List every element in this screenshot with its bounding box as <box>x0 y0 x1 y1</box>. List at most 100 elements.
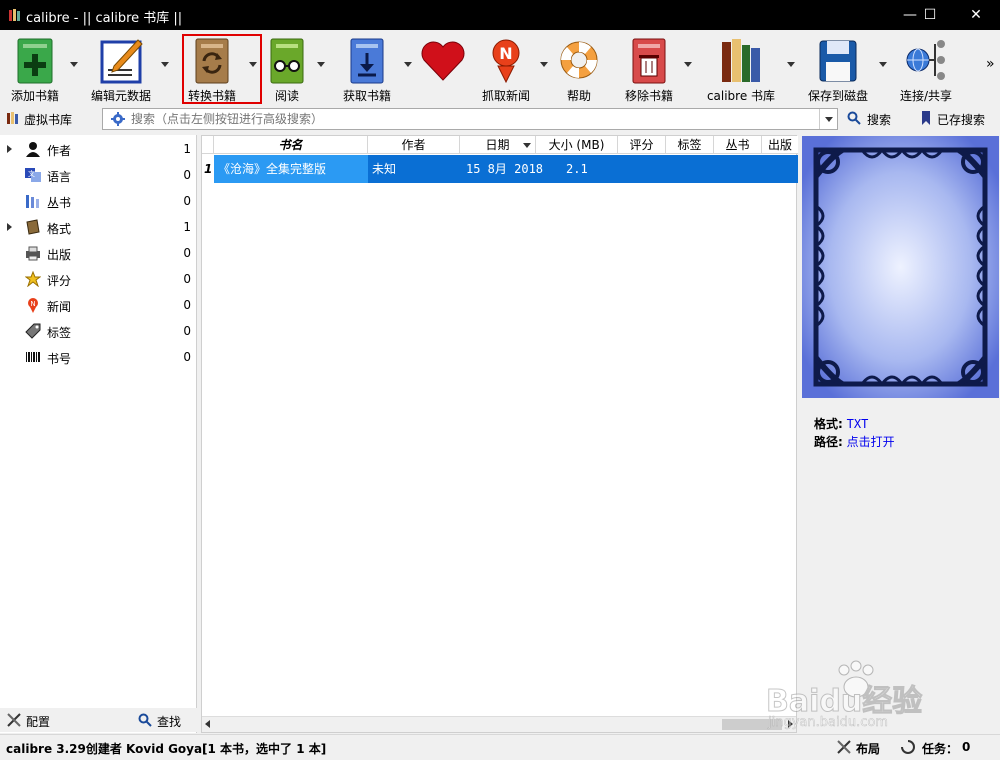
column-header-title[interactable]: 书名 <box>214 136 368 154</box>
column-header-author[interactable]: 作者 <box>368 136 460 154</box>
virtual-library-icon <box>7 112 18 124</box>
spinner-icon <box>901 740 915 754</box>
column-header-rating[interactable]: 评分 <box>618 136 666 154</box>
edit-metadata-dropdown-icon[interactable] <box>161 62 169 67</box>
book-cover-image[interactable] <box>802 136 999 398</box>
version-text: calibre 3.29创建者 Kovid Goyal <box>6 742 207 756</box>
column-header-series[interactable]: 丛书 <box>714 136 762 154</box>
table-row[interactable]: 1 《沧海》全集完整版 未知 15 8月 2018 2.1 <box>202 155 798 183</box>
column-header-publisher[interactable]: 出版 <box>762 136 798 154</box>
book-date-cell[interactable]: 15 8月 2018 <box>460 155 543 183</box>
bookmark-icon <box>922 111 930 125</box>
svg-text:文: 文 <box>28 169 35 178</box>
category-languages[interactable]: 文 语言 0 <box>0 163 197 187</box>
convert-books-highlight <box>182 34 262 104</box>
library-books-icon <box>722 39 760 82</box>
column-header-tags[interactable]: 标签 <box>666 136 714 154</box>
library-dropdown-icon[interactable] <box>787 62 795 67</box>
news-icon: N <box>28 298 38 313</box>
barcode-icon <box>26 352 40 362</box>
book-format-icon <box>26 219 40 235</box>
read-button[interactable]: 阅读 <box>262 32 312 104</box>
category-series[interactable]: 丛书 0 <box>0 189 197 213</box>
format-link[interactable]: TXT <box>847 417 869 431</box>
format-field: 格式: TXT <box>814 417 869 431</box>
column-header-date[interactable]: 日期 <box>460 136 536 154</box>
maximize-button[interactable]: ☐ <box>910 0 950 30</box>
edit-metadata-icon <box>100 39 143 84</box>
remove-book-icon <box>632 38 666 84</box>
get-books-icon <box>350 38 384 84</box>
search-icon <box>847 111 861 125</box>
table-header: 书名 作者 日期 大小 (MB) 评分 标签 丛书 出版 <box>202 136 798 154</box>
read-dropdown-icon[interactable] <box>317 62 325 67</box>
tag-browser-footer: 配置 查找 <box>0 708 197 732</box>
main-toolbar: 添加书籍 编辑元数据 转换书籍 阅读 获取书籍 N 抓取新闻 帮助 移除书籍 c… <box>0 30 1000 106</box>
book-author-cell[interactable]: 未知 <box>368 155 460 183</box>
add-books-button[interactable]: 添加书籍 <box>2 32 68 104</box>
search-icon <box>138 713 152 727</box>
network-globe-icon <box>906 40 945 80</box>
remove-books-dropdown-icon[interactable] <box>684 62 692 67</box>
row-number: 1 <box>202 155 214 183</box>
category-identifiers[interactable]: 书号 0 <box>0 345 197 369</box>
news-icon: N <box>492 39 520 84</box>
search-field[interactable] <box>102 108 838 130</box>
remove-books-button[interactable]: 移除书籍 <box>616 32 682 104</box>
help-button[interactable]: 帮助 <box>552 32 606 104</box>
toolbar-overflow-button[interactable]: » <box>986 56 995 72</box>
fetch-news-dropdown-icon[interactable] <box>540 62 548 67</box>
get-books-button[interactable]: 获取书籍 <box>334 32 400 104</box>
edit-metadata-button[interactable]: 编辑元数据 <box>88 32 154 104</box>
donate-button[interactable] <box>418 32 468 104</box>
fetch-news-button[interactable]: N 抓取新闻 <box>476 32 536 104</box>
window-title: calibre - || calibre 书库 || <box>26 11 183 26</box>
get-books-dropdown-icon[interactable] <box>404 62 412 67</box>
book-list: 书名 作者 日期 大小 (MB) 评分 标签 丛书 出版 1 《沧海》全集完整版… <box>201 135 798 733</box>
category-news[interactable]: N 新闻 0 <box>0 293 197 317</box>
close-button[interactable]: ✕ <box>956 0 996 30</box>
save-dropdown-icon[interactable] <box>879 62 887 67</box>
book-details-panel: 格式: TXT 路径: 点击打开 <box>801 135 1000 733</box>
svg-text:N: N <box>499 44 512 63</box>
book-count-text: [1 本书，选中了 1 本] <box>202 742 327 756</box>
printer-icon <box>26 246 40 261</box>
column-header-size[interactable]: 大小 (MB) <box>536 136 618 154</box>
book-title-cell[interactable]: 《沧海》全集完整版 <box>214 155 368 183</box>
search-history-dropdown[interactable] <box>819 109 837 129</box>
expand-arrow-icon[interactable] <box>7 145 12 153</box>
expand-arrow-icon[interactable] <box>7 223 12 231</box>
book-size-cell[interactable]: 2.1 <box>536 155 618 183</box>
row-number-header <box>202 136 214 154</box>
jobs-count: 0 <box>962 740 971 754</box>
category-rating[interactable]: 评分 0 <box>0 267 197 291</box>
save-to-disk-button[interactable]: 保存到磁盘 <box>802 32 874 104</box>
lifebuoy-icon <box>560 41 598 79</box>
horizontal-scrollbar[interactable] <box>202 716 796 732</box>
title-bar: calibre - || calibre 书库 || — ☐ ✕ <box>0 0 1000 30</box>
series-icon <box>26 195 39 208</box>
floppy-disk-icon <box>819 40 857 82</box>
category-publishers[interactable]: 出版 0 <box>0 241 197 265</box>
category-formats[interactable]: 格式 1 <box>0 215 197 239</box>
scroll-left-icon[interactable] <box>205 720 210 728</box>
baidu-watermark: Baidu经验 jingyan.baidu.com <box>760 660 960 734</box>
tools-icon <box>7 713 21 727</box>
add-books-dropdown-icon[interactable] <box>70 62 78 67</box>
tag-browser: 作者 1 文 语言 0 丛书 0 格式 1 出版 0 评分 0 N 新闻 0 标… <box>0 135 197 733</box>
search-input[interactable] <box>131 110 811 128</box>
category-authors[interactable]: 作者 1 <box>0 137 197 161</box>
tag-icon <box>25 323 41 339</box>
gear-icon[interactable] <box>111 112 125 126</box>
status-bar: calibre 3.29创建者 Kovid Goyal [1 本书，选中了 1 … <box>0 734 1000 760</box>
connect-share-button[interactable]: 连接/共享 <box>892 32 960 104</box>
path-link[interactable]: 点击打开 <box>847 435 895 449</box>
add-book-icon <box>17 38 53 84</box>
chevron-down-icon <box>825 117 833 122</box>
path-field: 路径: 点击打开 <box>814 435 895 449</box>
tools-icon <box>837 740 851 754</box>
calibre-logo-icon <box>9 9 20 21</box>
category-tags[interactable]: 标签 0 <box>0 319 197 343</box>
calibre-library-button[interactable]: calibre 书库 <box>698 32 784 104</box>
search-bar: 虚拟书库 搜索 已存搜索 <box>0 107 1000 133</box>
